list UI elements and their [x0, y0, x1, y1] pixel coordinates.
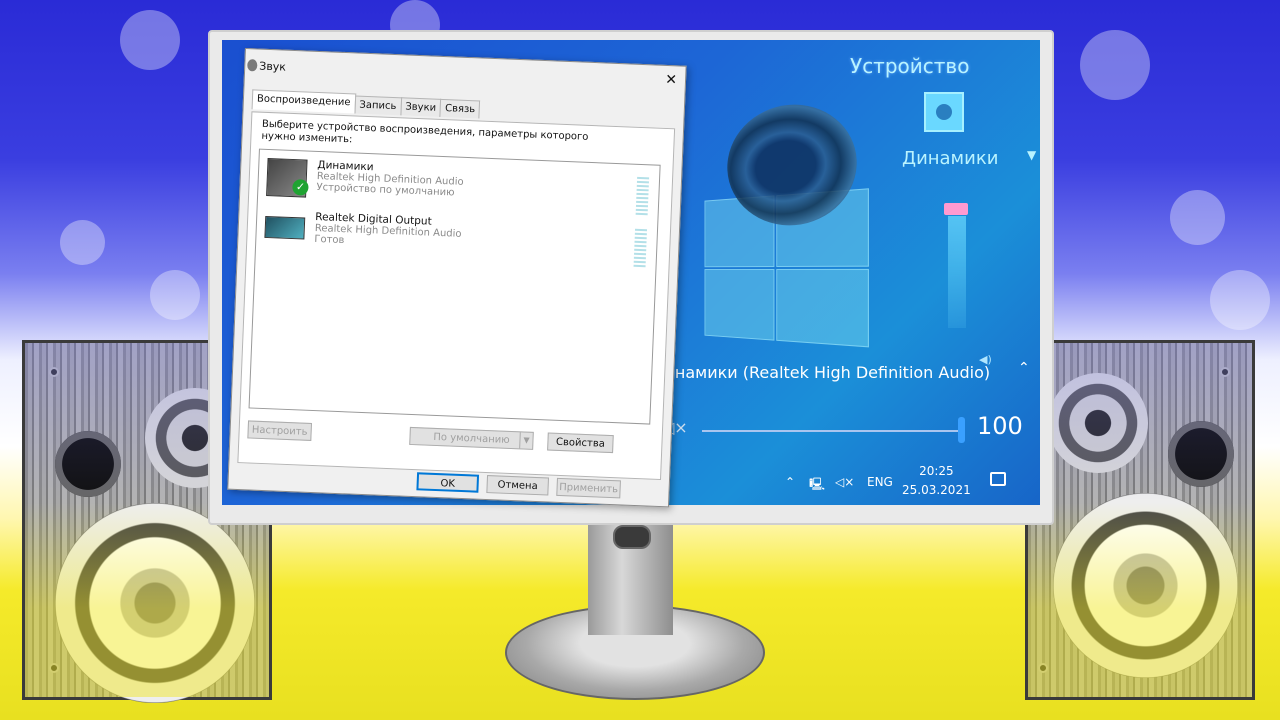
apply-button[interactable]: Применить	[556, 477, 621, 499]
volume-slider-track[interactable]	[702, 430, 962, 432]
speaker-device-icon	[924, 92, 964, 132]
volume-level-beam	[948, 216, 966, 328]
tab-recording[interactable]: Запись	[354, 95, 402, 116]
device-list: ✓ Динамики Realtek High Definition Audio…	[248, 148, 661, 425]
set-default-label: По умолчанию	[433, 431, 510, 446]
chevron-up-icon[interactable]: ⌃	[1018, 360, 1030, 376]
properties-button[interactable]: Свойства	[547, 432, 614, 454]
volume-value: 100	[977, 412, 1023, 440]
dialog-title: Звук	[259, 59, 287, 74]
speaker-muted-icon[interactable]: ◁×	[835, 475, 854, 489]
tab-communications[interactable]: Связь	[439, 98, 481, 119]
digital-output-icon	[264, 215, 306, 240]
device-panel-title: Устройство	[850, 54, 970, 78]
clock-time: 20:25	[919, 464, 954, 478]
default-check-icon: ✓	[292, 179, 309, 196]
chevron-down-icon[interactable]: ▼	[1027, 148, 1036, 162]
level-meter	[633, 228, 648, 269]
tab-sounds[interactable]: Звуки	[400, 97, 442, 117]
network-icon[interactable]: 🖳	[809, 475, 825, 496]
show-hidden-icons-chevron-icon[interactable]: ⌃	[785, 475, 795, 489]
level-meter	[635, 176, 650, 217]
notifications-icon[interactable]	[990, 472, 1006, 486]
speaker-volume-icon: ◀)	[979, 353, 992, 366]
tab-playback[interactable]: Воспроизведение	[251, 89, 356, 114]
device-selector[interactable]: Динамики	[902, 148, 998, 169]
ok-button[interactable]: OK	[416, 472, 480, 493]
close-icon[interactable]: ✕	[665, 72, 677, 88]
volume-slider-thumb[interactable]	[958, 417, 965, 443]
taskbar-clock[interactable]: 20:25 25.03.2021	[902, 462, 971, 500]
chevron-down-icon[interactable]: ▼	[519, 432, 533, 449]
set-default-dropdown[interactable]: По умолчанию ▼	[409, 426, 534, 450]
cable-hole	[613, 525, 651, 549]
clock-date: 25.03.2021	[902, 483, 971, 497]
playback-panel: Выберите устройство воспроизведения, пар…	[237, 111, 676, 481]
output-device-label[interactable]: Динамики (Realtek High Definition Audio)	[652, 363, 990, 382]
device-volume-thumb[interactable]	[944, 203, 968, 215]
configure-button[interactable]: Настроить	[247, 420, 313, 441]
cancel-button[interactable]: Отмена	[486, 475, 550, 496]
right-speaker	[1025, 340, 1255, 700]
sound-dialog: Звук ✕ Воспроизведение Запись Звуки Связ…	[227, 48, 687, 508]
speaker-app-icon	[247, 59, 258, 72]
language-indicator[interactable]: ENG	[867, 475, 893, 489]
